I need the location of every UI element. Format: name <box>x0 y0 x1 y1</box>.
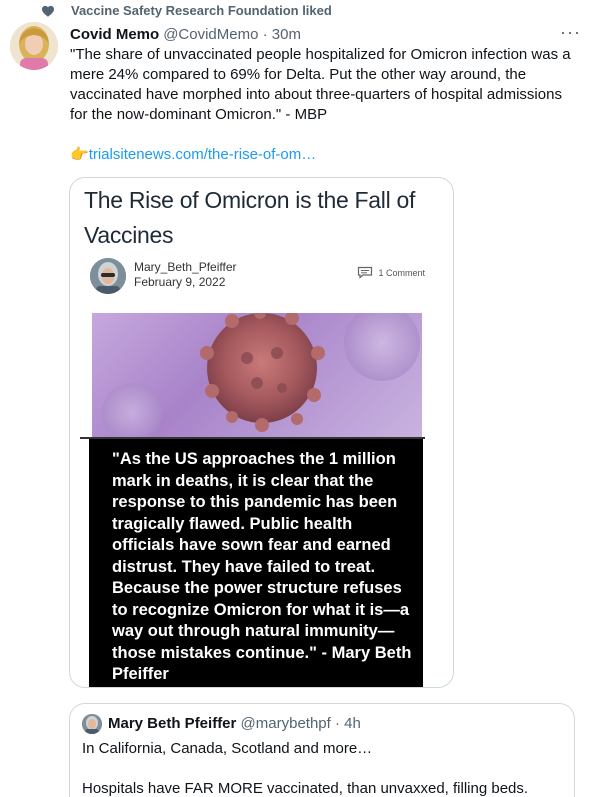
quote-image: "As the US approaches the 1 million mark… <box>89 439 423 687</box>
comment-icon <box>358 266 373 279</box>
quoted-display-name[interactable]: Mary Beth Pfeiffer <box>108 715 236 732</box>
heart-icon <box>42 5 54 17</box>
author-avatar <box>90 258 126 294</box>
avatar[interactable] <box>10 22 58 70</box>
quoted-text-line2: Hospitals have FAR MORE vaccinated, than… <box>82 780 529 797</box>
comment-count: 1 Comment <box>357 266 425 279</box>
quoted-tweet[interactable]: Mary Beth Pfeiffer @marybethpf · 4h In C… <box>69 703 575 797</box>
tweet-text: "The share of unvaccinated people hospit… <box>70 46 571 123</box>
quoted-avatar[interactable] <box>82 714 102 734</box>
link-text[interactable]: trialsitenews.com/the-rise-of-om… <box>89 146 317 163</box>
liked-by-text[interactable]: Vaccine Safety Research Foundation liked <box>71 3 332 18</box>
article-date: February 9, 2022 <box>134 275 226 289</box>
pointing-hand-icon: 👉 <box>70 146 89 163</box>
handle-time[interactable]: @CovidMemo · 30m <box>163 26 301 43</box>
quoted-handle-time[interactable]: @marybethpf · 4h <box>241 715 361 732</box>
link-card[interactable]: The Rise of Omicron is the Fall of Vacci… <box>69 177 454 688</box>
quoted-text-line1: In California, Canada, Scotland and more… <box>82 740 373 757</box>
quote-text: "As the US approaches the 1 million mark… <box>112 450 412 683</box>
more-icon[interactable]: ··· <box>560 22 581 43</box>
tweet-header: Covid Memo @CovidMemo · 30m <box>70 24 587 44</box>
card-title: The Rise of Omicron is the Fall of Vacci… <box>84 187 416 248</box>
quoted-header: Mary Beth Pfeiffer @marybethpf · 4h <box>108 715 361 732</box>
display-name[interactable]: Covid Memo <box>70 26 159 43</box>
virus-image <box>92 313 422 437</box>
article-author-name: Mary_Beth_Pfeiffer <box>134 260 237 274</box>
article-author-row: Mary_Beth_Pfeiffer February 9, 2022 1 Co… <box>90 258 425 298</box>
tweet-link[interactable]: 👉trialsitenews.com/the-rise-of-om… <box>70 145 316 165</box>
comment-count-text: 1 Comment <box>378 267 425 278</box>
